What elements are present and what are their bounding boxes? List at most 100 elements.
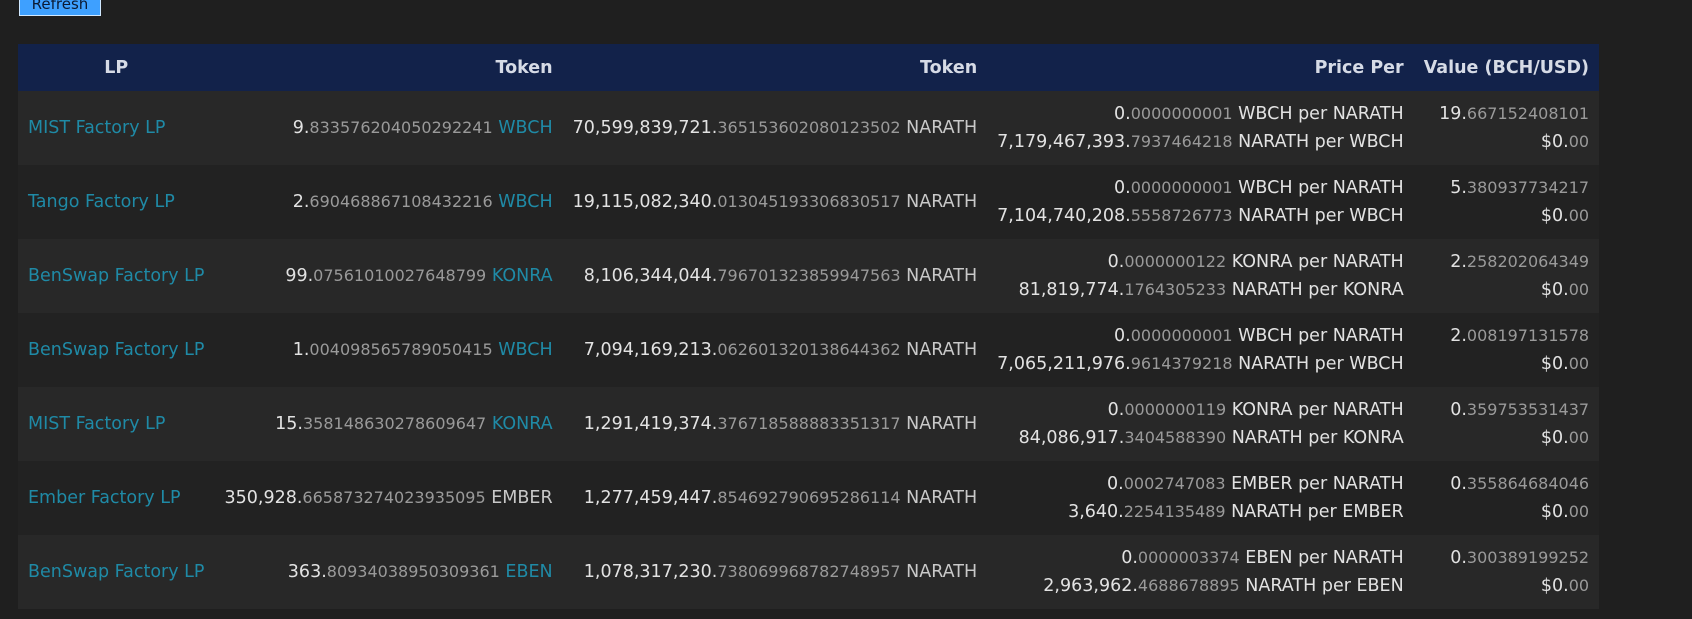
- value-cell: 0.359753531437 $0.00: [1414, 387, 1599, 461]
- lp-link[interactable]: BenSwap Factory LP: [28, 340, 204, 360]
- price-per-cell: 0.0000000001 WBCH per NARATH 7,179,467,39…: [987, 91, 1414, 165]
- price-1-frac: 0000000122: [1124, 252, 1227, 271]
- value-cell: 19.667152408101 $0.00: [1414, 91, 1599, 165]
- value-bch-int: 0.: [1450, 548, 1467, 568]
- value-bch: 0.300389199252: [1424, 544, 1589, 572]
- lp-link[interactable]: MIST Factory LP: [28, 414, 165, 434]
- value-cell: 0.300389199252 $0.00: [1414, 535, 1599, 609]
- price-1-unit: KONRA per NARATH: [1231, 252, 1404, 272]
- lp-link[interactable]: MIST Factory LP: [28, 118, 165, 138]
- header-value: Value (BCH/USD): [1423, 57, 1590, 78]
- header-price-per: Price Per: [1314, 57, 1404, 78]
- price-per-cell: 0.0002747083 EMBER per NARATH 3,640.22541…: [987, 461, 1414, 535]
- token-1-cell: 9.833576204050292241 WBCH: [214, 91, 562, 165]
- value-usd: $0.00: [1424, 350, 1589, 378]
- price-2-frac: 7937464218: [1130, 132, 1233, 151]
- price-2-int: 84,086,917.: [1018, 428, 1125, 448]
- token-1-amount-int: 15.: [275, 414, 303, 434]
- price-line-1: 0.0000000119 KONRA per NARATH: [997, 396, 1404, 424]
- header-lp: LP: [104, 57, 129, 78]
- value-usd-frac: 00: [1568, 576, 1590, 595]
- token-1-amount-frac: 833576204050292241: [309, 118, 493, 137]
- value-usd: $0.00: [1424, 572, 1589, 600]
- price-1-unit: KONRA per NARATH: [1231, 400, 1404, 420]
- price-1-int: 0.: [1114, 326, 1131, 346]
- token-2-amount-int: 70,599,839,721.: [572, 118, 718, 138]
- token-1-amount-frac: 80934038950309361: [326, 562, 500, 581]
- token-2-symbol: NARATH: [906, 414, 978, 434]
- token-1-symbol[interactable]: EBEN: [505, 562, 552, 582]
- value-usd-int: $0.: [1540, 428, 1569, 448]
- price-1-frac: 0000000119: [1124, 400, 1227, 419]
- token-2-symbol: NARATH: [906, 266, 978, 286]
- price-line-1: 0.0000000001 WBCH per NARATH: [997, 322, 1404, 350]
- value-usd-frac: 00: [1568, 428, 1590, 447]
- value-bch-int: 0.: [1450, 400, 1467, 420]
- value-bch-int: 19.: [1439, 104, 1467, 124]
- value-bch: 19.667152408101: [1424, 100, 1589, 128]
- lp-link[interactable]: Tango Factory LP: [28, 192, 175, 212]
- token-2-amount-frac: 738069968782748957: [717, 562, 901, 581]
- price-1-unit: EMBER per NARATH: [1231, 474, 1404, 494]
- price-2-frac: 1764305233: [1124, 280, 1227, 299]
- price-line-1: 0.0000000001 WBCH per NARATH: [997, 100, 1404, 128]
- table-header: LP Token Token Price Per Value (BCH/USD): [18, 44, 1600, 91]
- token-1-amount-frac: 665873274023935095: [302, 488, 486, 507]
- price-line-1: 0.0002747083 EMBER per NARATH: [997, 470, 1404, 498]
- token-2-symbol: NARATH: [906, 488, 978, 508]
- price-2-frac: 3404588390: [1124, 428, 1227, 447]
- token-1-symbol[interactable]: WBCH: [498, 340, 552, 360]
- lp-link[interactable]: BenSwap Factory LP: [28, 266, 204, 286]
- token-1-symbol[interactable]: KONRA: [492, 414, 553, 434]
- price-2-unit: NARATH per WBCH: [1238, 354, 1404, 374]
- token-1-amount-frac: 690468867108432216: [309, 192, 493, 211]
- table-header-row: LP Token Token Price Per Value (BCH/USD): [18, 44, 1600, 91]
- table-row: Tango Factory LP 2.690468867108432216 WBC…: [18, 165, 1600, 239]
- token-2-amount-frac: 796701323859947563: [717, 266, 901, 285]
- token-1-amount-int: 363.: [287, 562, 327, 582]
- token-2-amount-int: 1,277,459,447.: [583, 488, 718, 508]
- price-line-2: 7,104,740,208.5558726773 NARATH per WBCH: [997, 202, 1404, 230]
- token-1-cell: 2.690468867108432216 WBCH: [214, 165, 562, 239]
- price-1-unit: WBCH per NARATH: [1238, 178, 1404, 198]
- value-bch-int: 0.: [1450, 474, 1467, 494]
- token-1-amount-int: 99.: [285, 266, 314, 286]
- value-usd-int: $0.: [1540, 576, 1569, 596]
- table-row: MIST Factory LP 9.833576204050292241 WBCH…: [18, 91, 1600, 165]
- token-1-symbol[interactable]: KONRA: [492, 266, 553, 286]
- table-row: BenSwap Factory LP 99.07561010027648799 K…: [18, 239, 1600, 313]
- token-2-symbol: NARATH: [906, 562, 978, 582]
- value-cell: 0.355864684046 $0.00: [1414, 461, 1599, 535]
- price-line-2: 7,179,467,393.7937464218 NARATH per WBCH: [997, 128, 1404, 156]
- price-1-int: 0.: [1107, 474, 1124, 494]
- lp-link[interactable]: BenSwap Factory LP: [28, 562, 204, 582]
- table-row: BenSwap Factory LP 1.004098565789050415 W…: [18, 313, 1600, 387]
- token-2-amount-int: 8,106,344,044.: [583, 266, 718, 286]
- lp-link[interactable]: Ember Factory LP: [28, 488, 181, 508]
- price-1-int: 0.: [1114, 104, 1131, 124]
- price-2-unit: NARATH per KONRA: [1231, 428, 1404, 448]
- price-per-cell: 0.0000000122 KONRA per NARATH 81,819,774.…: [987, 239, 1414, 313]
- price-1-frac: 0000000001: [1130, 104, 1233, 123]
- value-usd-int: $0.: [1540, 502, 1569, 522]
- token-2-amount-int: 1,078,317,230.: [583, 562, 718, 582]
- value-usd-int: $0.: [1540, 206, 1569, 226]
- price-2-unit: NARATH per WBCH: [1238, 132, 1404, 152]
- token-2-cell: 70,599,839,721.365153602080123502 NARATH: [563, 91, 988, 165]
- price-2-frac: 5558726773: [1130, 206, 1233, 225]
- token-1-cell: 99.07561010027648799 KONRA: [214, 239, 562, 313]
- header-token-2: Token: [920, 57, 978, 78]
- token-1-symbol[interactable]: WBCH: [498, 192, 552, 212]
- refresh-button[interactable]: Refresh: [19, 0, 101, 16]
- value-usd: $0.00: [1424, 276, 1589, 304]
- token-1-amount-int: 1.: [292, 340, 310, 360]
- value-bch-int: 5.: [1450, 178, 1467, 198]
- token-1-amount-int: 9.: [292, 118, 310, 138]
- value-bch-frac: 380937734217: [1466, 178, 1590, 197]
- lp-cell: Ember Factory LP: [18, 461, 214, 535]
- token-2-symbol: NARATH: [906, 192, 978, 212]
- value-usd-int: $0.: [1540, 354, 1569, 374]
- token-2-cell: 19,115,082,340.013045193306830517 NARATH: [563, 165, 988, 239]
- token-2-cell: 8,106,344,044.796701323859947563 NARATH: [563, 239, 988, 313]
- token-1-symbol[interactable]: WBCH: [498, 118, 552, 138]
